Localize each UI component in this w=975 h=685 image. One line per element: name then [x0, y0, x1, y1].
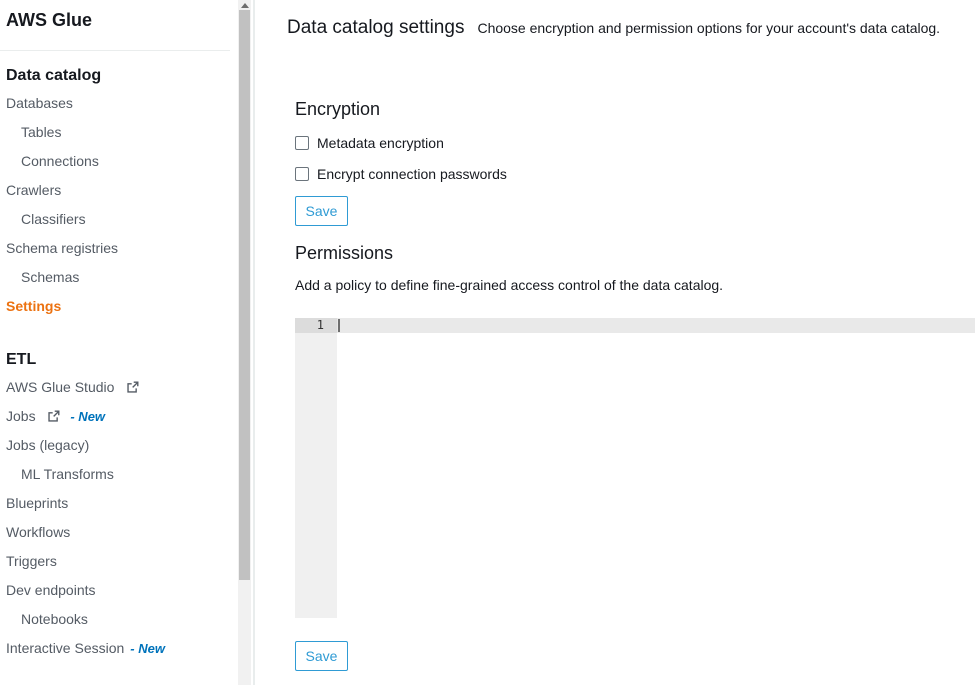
scrollbar-up-arrow[interactable] [238, 0, 251, 10]
sidebar-nav: Data catalog Databases Tables Connections Cr… [0, 63, 240, 663]
sidebar-item-label: Schemas [21, 269, 79, 285]
sidebar-item-settings[interactable]: Settings [0, 292, 240, 321]
checkbox-metadata-encryption[interactable] [295, 136, 309, 150]
up-triangle-icon [241, 3, 249, 8]
sidebar: AWS Glue Data catalog Databases Tables Conn… [0, 0, 255, 685]
page-header: Data catalog settings Choose encryption a… [287, 17, 940, 39]
sidebar-item-connections[interactable]: Connections [0, 147, 240, 176]
sidebar-item-jobs-legacy[interactable]: Jobs (legacy) [0, 431, 240, 460]
app-title[interactable]: AWS Glue [0, 0, 240, 31]
sidebar-item-blueprints[interactable]: Blueprints [0, 489, 240, 518]
sidebar-content: AWS Glue Data catalog Databases Tables Conn… [0, 0, 240, 685]
sidebar-item-label: AWS Glue Studio [6, 379, 114, 395]
new-badge: - New [130, 641, 165, 656]
checkbox-row-metadata-encryption: Metadata encryption [295, 135, 444, 151]
sidebar-item-notebooks[interactable]: Notebooks [0, 605, 240, 634]
sidebar-item-label: Connections [21, 153, 99, 169]
sidebar-item-label: Blueprints [6, 495, 68, 511]
scrollbar-thumb[interactable] [239, 10, 250, 580]
sidebar-item-dev-endpoints[interactable]: Dev endpoints [0, 576, 240, 605]
editor-line-number: 1 [295, 318, 337, 333]
main-content: Data catalog settings Choose encryption a… [255, 0, 975, 685]
sidebar-item-label: Interactive Session [6, 640, 124, 656]
new-badge: - New [70, 409, 105, 424]
sidebar-item-interactive-session[interactable]: Interactive Session - New [0, 634, 240, 663]
sidebar-item-schema-registries[interactable]: Schema registries [0, 234, 240, 263]
permissions-heading: Permissions [295, 243, 393, 264]
sidebar-item-classifiers[interactable]: Classifiers [0, 205, 240, 234]
sidebar-item-ml-transforms[interactable]: ML Transforms [0, 460, 240, 489]
checkbox-label: Metadata encryption [317, 135, 444, 151]
save-permissions-button[interactable]: Save [295, 641, 348, 671]
sidebar-item-jobs[interactable]: Jobs - New [0, 402, 240, 431]
external-link-icon [47, 404, 60, 433]
sidebar-item-databases[interactable]: Databases [0, 89, 240, 118]
editor-active-line [337, 318, 975, 333]
page-title: Data catalog settings [287, 17, 464, 38]
checkbox-encrypt-connection-passwords[interactable] [295, 167, 309, 181]
sidebar-item-label: Settings [6, 298, 61, 314]
sidebar-divider [0, 50, 230, 51]
sidebar-item-label: Triggers [6, 553, 57, 569]
sidebar-item-label: Jobs (legacy) [6, 437, 89, 453]
sidebar-item-label: Workflows [6, 524, 70, 540]
policy-editor[interactable]: 1 [295, 318, 975, 618]
sidebar-item-schemas[interactable]: Schemas [0, 263, 240, 292]
checkbox-label: Encrypt connection passwords [317, 166, 507, 182]
sidebar-item-tables[interactable]: Tables [0, 118, 240, 147]
sidebar-item-label: Schema registries [6, 240, 118, 256]
external-link-icon [126, 375, 139, 404]
sidebar-item-label: Crawlers [6, 182, 61, 198]
sidebar-item-workflows[interactable]: Workflows [0, 518, 240, 547]
sidebar-item-label: ML Transforms [21, 466, 114, 482]
sidebar-scrollbar-track[interactable] [238, 0, 251, 685]
permissions-description: Add a policy to define fine-grained acce… [295, 277, 723, 293]
editor-gutter: 1 [295, 318, 337, 618]
sidebar-item-crawlers[interactable]: Crawlers [0, 176, 240, 205]
editor-cursor [338, 319, 340, 332]
sidebar-section-etl: ETL [0, 347, 240, 373]
sidebar-item-aws-glue-studio[interactable]: AWS Glue Studio [0, 373, 240, 402]
checkbox-row-encrypt-connection-passwords: Encrypt connection passwords [295, 166, 507, 182]
sidebar-item-triggers[interactable]: Triggers [0, 547, 240, 576]
sidebar-item-label: Databases [6, 95, 73, 111]
sidebar-item-label: Jobs [6, 408, 36, 424]
save-encryption-button[interactable]: Save [295, 196, 348, 226]
sidebar-section-data-catalog: Data catalog [0, 63, 240, 89]
sidebar-item-label: Classifiers [21, 211, 86, 227]
sidebar-item-label: Tables [21, 124, 61, 140]
sidebar-item-label: Dev endpoints [6, 582, 96, 598]
sidebar-item-label: Notebooks [21, 611, 88, 627]
encryption-heading: Encryption [295, 99, 380, 120]
page-subtitle: Choose encryption and permission options… [477, 20, 940, 36]
app-window: AWS Glue Data catalog Databases Tables Conn… [0, 0, 975, 685]
